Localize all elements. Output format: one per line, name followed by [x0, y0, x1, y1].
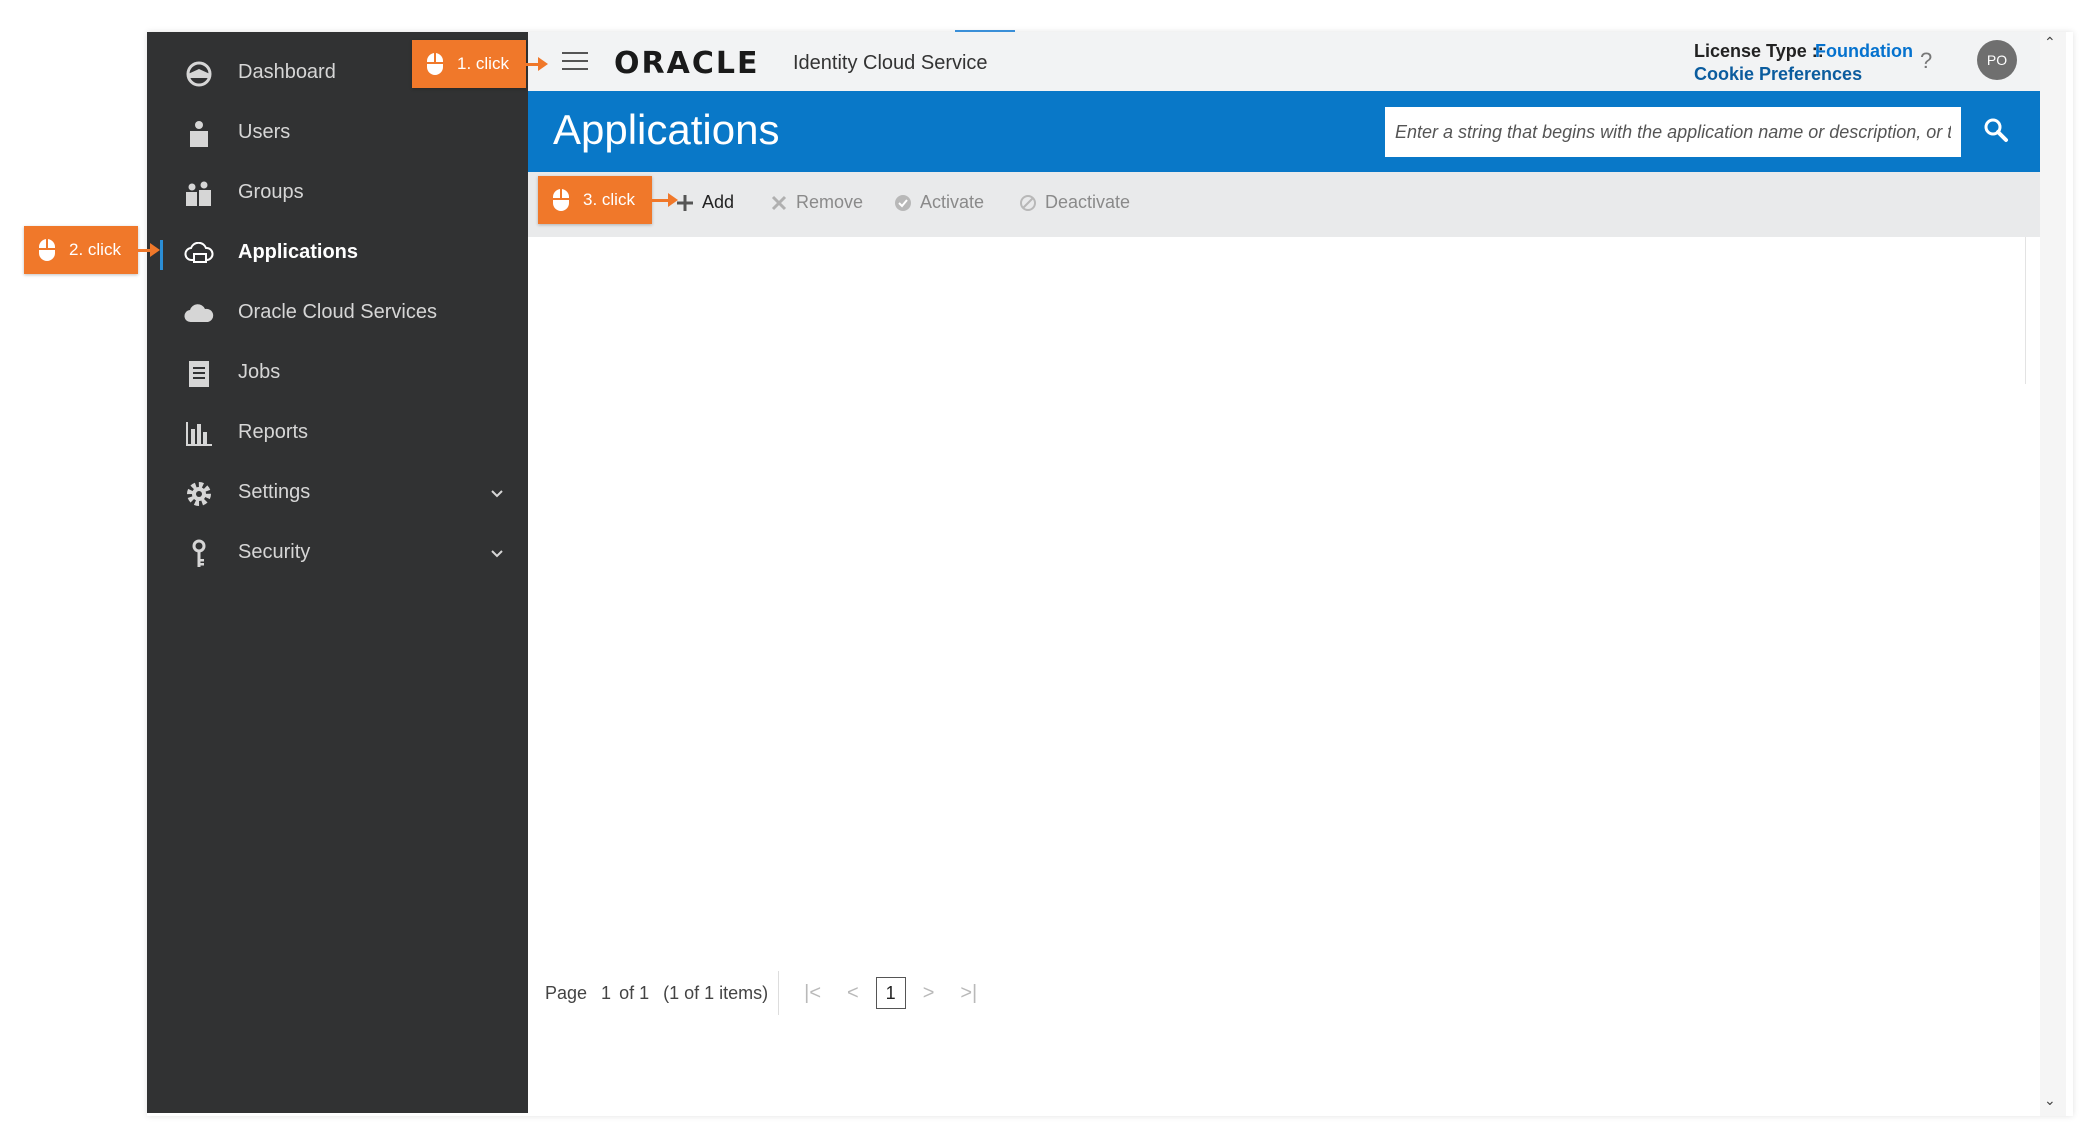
sidebar-item-label: Groups — [238, 181, 304, 203]
mouse-icon — [553, 189, 569, 211]
check-circle-icon — [893, 193, 913, 213]
add-button-label: Add — [702, 192, 735, 212]
pagination: Page 1 of 1 (1 of 1 items) |< < 1 > >| — [545, 971, 990, 1015]
close-icon — [769, 193, 789, 213]
page-label: Page — [545, 982, 588, 1003]
next-page-icon[interactable]: > — [923, 982, 935, 1005]
mouse-icon — [39, 239, 55, 261]
search-icon[interactable] — [1980, 115, 2014, 149]
active-item-indicator — [160, 240, 163, 270]
items-count: (1 of 1 items) — [663, 982, 769, 1003]
user-avatar[interactable]: PO — [1977, 40, 2017, 80]
groups-icon — [183, 178, 215, 210]
deactivate-button-label: Deactivate — [1045, 192, 1131, 212]
search-input[interactable] — [1385, 107, 1961, 157]
sidebar-item-label: Dashboard — [238, 61, 336, 83]
applications-list-panel — [528, 237, 2026, 384]
dashboard-icon — [183, 58, 215, 90]
sidebar: Dashboard Users Groups Applications Orac… — [147, 32, 528, 1113]
sidebar-item-label: Applications — [238, 241, 359, 263]
chevron-down-icon — [491, 490, 503, 498]
step-2-callout: 2. click — [24, 226, 138, 274]
page-total: of 1 — [619, 982, 650, 1003]
first-page-icon[interactable]: |< — [804, 982, 821, 1005]
block-icon — [1018, 193, 1038, 213]
add-button[interactable]: Add — [675, 192, 734, 213]
step-3-callout: 3. click — [538, 176, 652, 224]
cookie-preferences-link[interactable]: Cookie Preferences — [1694, 64, 1862, 85]
arrow-icon — [526, 57, 548, 71]
activate-button-label: Activate — [920, 192, 985, 212]
step-1-callout: 1. click — [412, 40, 526, 88]
scroll-down-icon[interactable]: ⌄ — [2044, 1092, 2056, 1109]
activate-button[interactable]: Activate — [893, 192, 984, 213]
user-icon — [183, 118, 215, 150]
gear-icon — [183, 478, 215, 510]
sidebar-item-settings[interactable]: Settings — [147, 464, 528, 524]
sidebar-item-reports[interactable]: Reports — [147, 404, 528, 464]
plus-icon — [675, 193, 695, 213]
callout-label: 1. click — [457, 54, 509, 73]
reports-icon — [183, 418, 215, 450]
last-page-icon[interactable]: >| — [960, 982, 977, 1005]
sidebar-item-label: Settings — [238, 481, 311, 503]
help-icon[interactable]: ? — [1920, 48, 1932, 74]
license-type-value: Foundation — [1815, 41, 1913, 61]
sidebar-item-label: Jobs — [238, 361, 281, 383]
scroll-up-icon[interactable]: ⌃ — [2044, 34, 2056, 51]
oracle-logo: ORACLE — [614, 46, 760, 81]
sidebar-item-label: Reports — [238, 421, 309, 443]
page-number-button[interactable]: 1 — [875, 977, 906, 1009]
sidebar-item-security[interactable]: Security — [147, 524, 528, 584]
service-name: Identity Cloud Service — [793, 52, 988, 74]
arrow-icon — [652, 193, 678, 207]
sidebar-item-label: Users — [238, 121, 291, 143]
arrow-icon — [138, 243, 160, 257]
current-page-value: 1 — [601, 982, 612, 1003]
callout-label: 2. click — [69, 240, 121, 259]
sidebar-item-oracle-cloud-services[interactable]: Oracle Cloud Services — [147, 284, 528, 344]
remove-button[interactable]: Remove — [769, 192, 863, 213]
sidebar-item-label: Security — [238, 541, 311, 563]
sidebar-item-label: Oracle Cloud Services — [238, 301, 437, 323]
scrollbar[interactable] — [2040, 32, 2066, 1116]
applications-icon — [183, 238, 215, 270]
callout-label: 3. click — [583, 190, 635, 209]
key-icon — [183, 538, 215, 570]
sidebar-item-jobs[interactable]: Jobs — [147, 344, 528, 404]
hamburger-menu-icon[interactable] — [562, 52, 588, 72]
cloud-icon — [183, 298, 215, 330]
sidebar-item-groups[interactable]: Groups — [147, 164, 528, 224]
chevron-down-icon — [491, 550, 503, 558]
sidebar-item-applications[interactable]: Applications — [147, 224, 528, 284]
deactivate-button[interactable]: Deactivate — [1018, 192, 1130, 213]
previous-page-icon[interactable]: < — [847, 982, 859, 1005]
remove-button-label: Remove — [796, 192, 864, 212]
license-type-label: License Type :: — [1694, 41, 1824, 61]
jobs-icon — [183, 358, 215, 390]
toolbar — [528, 172, 2040, 237]
sidebar-item-users[interactable]: Users — [147, 104, 528, 164]
tab-indicator — [955, 30, 1015, 32]
page-title: Applications — [553, 106, 780, 153]
pager-divider — [778, 971, 780, 1015]
mouse-icon — [427, 53, 443, 75]
